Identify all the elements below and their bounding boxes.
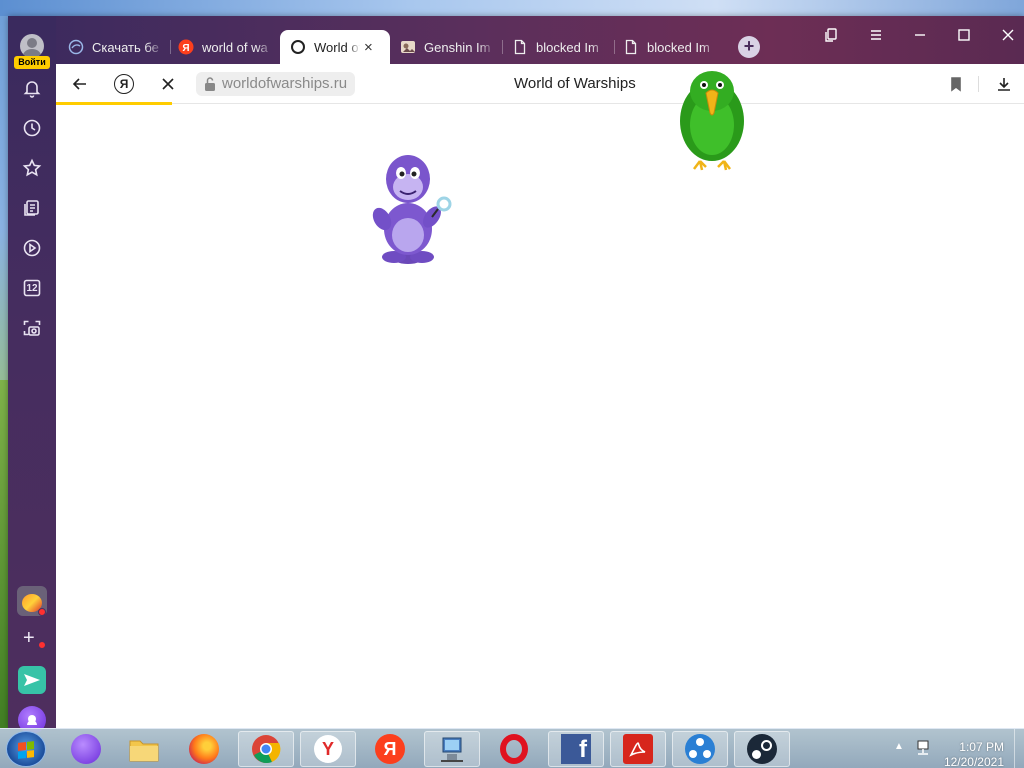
tray-expand-icon[interactable]: ▲ <box>894 741 904 752</box>
profile-button[interactable]: Войти <box>14 34 50 70</box>
new-tab-button[interactable]: + <box>738 36 760 58</box>
opera-icon[interactable] <box>486 731 542 767</box>
network-icon[interactable] <box>424 731 480 767</box>
notification-dot <box>38 608 46 616</box>
page-content <box>56 71 1024 728</box>
tab-world-of-warships-search[interactable]: Я world of wa <box>168 30 278 64</box>
address-toolbar: Я worldofwarships.ru World of Warships <box>56 64 1024 105</box>
pdf-icon[interactable] <box>610 731 666 767</box>
tab-genshin[interactable]: Genshin Im <box>390 30 500 64</box>
tab-world-of-warships[interactable]: World of W × <box>280 30 390 64</box>
history-icon[interactable] <box>20 116 44 140</box>
app-icon[interactable] <box>672 731 728 767</box>
document-icon <box>623 39 639 55</box>
maximize-icon[interactable] <box>950 24 978 46</box>
tab-label: Genshin Im <box>424 39 491 55</box>
desktop-sky <box>0 0 1024 16</box>
green-parrot-character[interactable] <box>676 69 748 173</box>
download-icon[interactable] <box>992 72 1016 96</box>
bookmark-icon[interactable] <box>944 72 968 96</box>
add-app-icon[interactable]: + <box>23 628 35 648</box>
windows-logo-icon <box>18 741 34 759</box>
back-button[interactable] <box>68 72 92 96</box>
collections-icon[interactable] <box>20 196 44 220</box>
close-icon[interactable] <box>994 24 1022 46</box>
firefox-icon[interactable] <box>176 731 232 767</box>
video-icon[interactable] <box>20 236 44 260</box>
tab-label: world of wa <box>202 39 268 55</box>
login-label: Войти <box>14 56 50 69</box>
page-title: World of Warships <box>514 75 636 92</box>
taskbar: Y Я f ▲ 1:07 PM 12/20/2021 <box>0 728 1024 768</box>
yandex-icon: Я <box>178 39 194 55</box>
tab-skachat[interactable]: Скачать бе <box>58 30 168 64</box>
browser-sidebar: Войти 12 + <box>8 16 56 734</box>
chrome-icon[interactable] <box>238 731 294 767</box>
messenger-app-icon[interactable] <box>18 666 46 694</box>
system-tray: ▲ 1:07 PM 12/20/2021 <box>892 735 1022 768</box>
avatar-icon <box>20 34 44 58</box>
genshin-icon <box>400 39 416 55</box>
alice-icon[interactable] <box>58 731 114 767</box>
url-text: worldofwarships.ru <box>222 75 348 92</box>
star-icon[interactable] <box>20 156 44 180</box>
yandex-browser-icon[interactable]: Y <box>300 731 356 767</box>
bonzi-buddy-character[interactable] <box>366 149 456 265</box>
lock-open-icon[interactable] <box>202 76 218 92</box>
steam-icon[interactable] <box>734 731 790 767</box>
explorer-icon[interactable] <box>116 731 172 767</box>
tab-blocked-2[interactable]: blocked Im <box>613 30 723 64</box>
notification-dot <box>38 641 46 649</box>
svg-text:Я: Я <box>182 43 189 54</box>
loading-icon <box>290 39 306 55</box>
stop-loading-button[interactable] <box>156 72 180 96</box>
tab-label: World of W <box>314 39 360 55</box>
minimize-icon[interactable] <box>906 24 934 46</box>
document-icon <box>512 39 528 55</box>
tab-blocked-1[interactable]: blocked Im <box>502 30 612 64</box>
network-status-icon[interactable] <box>914 739 932 757</box>
clock[interactable]: 1:07 PM 12/20/2021 <box>944 740 1004 768</box>
facebook-icon[interactable]: f <box>548 731 604 767</box>
yandex-logo-icon: Я <box>114 74 134 94</box>
clock-date: 12/20/2021 <box>943 755 1004 768</box>
address-bar[interactable]: worldofwarships.ru <box>196 72 356 96</box>
clock-time: 1:07 PM <box>959 740 1004 754</box>
start-button[interactable] <box>6 731 46 767</box>
dolphin-icon <box>68 39 84 55</box>
tab-label: blocked Im <box>647 39 710 55</box>
screenshot-icon[interactable] <box>20 316 44 340</box>
tab-label: Скачать бе <box>92 39 159 55</box>
yandex-icon[interactable]: Я <box>362 731 418 767</box>
menu-icon[interactable] <box>862 24 890 46</box>
tab-close-icon[interactable]: × <box>364 39 373 56</box>
tab-label: blocked Im <box>536 39 599 55</box>
yandex-home-button[interactable]: Я <box>112 72 136 96</box>
calendar-day: 12 <box>26 282 38 294</box>
bookmarks-icon[interactable] <box>818 24 846 46</box>
bell-icon[interactable] <box>20 76 44 100</box>
browser-window: Войти 12 + Скачать бе Я world of wa Worl… <box>8 16 1024 734</box>
toolbar-separator <box>978 76 979 92</box>
calendar-icon[interactable]: 12 <box>20 276 44 300</box>
show-desktop-button[interactable] <box>1014 729 1024 768</box>
